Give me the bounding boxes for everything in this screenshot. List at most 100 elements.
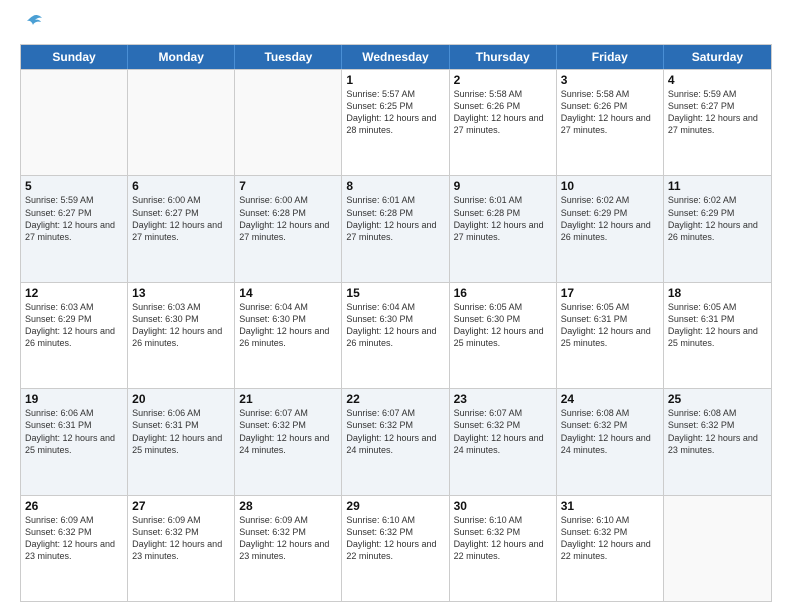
- day-info: Sunrise: 6:05 AMSunset: 6:31 PMDaylight:…: [668, 301, 767, 350]
- day-cell-24: 24Sunrise: 6:08 AMSunset: 6:32 PMDayligh…: [557, 389, 664, 494]
- logo-bird-icon: [22, 12, 44, 34]
- header-day-monday: Monday: [128, 45, 235, 69]
- day-number: 5: [25, 179, 123, 193]
- day-info: Sunrise: 6:09 AMSunset: 6:32 PMDaylight:…: [239, 514, 337, 563]
- day-number: 30: [454, 499, 552, 513]
- day-info: Sunrise: 6:08 AMSunset: 6:32 PMDaylight:…: [668, 407, 767, 456]
- day-number: 2: [454, 73, 552, 87]
- empty-cell: [235, 70, 342, 175]
- day-number: 6: [132, 179, 230, 193]
- header: [20, 16, 772, 34]
- day-cell-3: 3Sunrise: 5:58 AMSunset: 6:26 PMDaylight…: [557, 70, 664, 175]
- day-number: 7: [239, 179, 337, 193]
- day-number: 24: [561, 392, 659, 406]
- day-number: 23: [454, 392, 552, 406]
- day-cell-22: 22Sunrise: 6:07 AMSunset: 6:32 PMDayligh…: [342, 389, 449, 494]
- day-info: Sunrise: 6:05 AMSunset: 6:31 PMDaylight:…: [561, 301, 659, 350]
- header-day-tuesday: Tuesday: [235, 45, 342, 69]
- day-info: Sunrise: 5:59 AMSunset: 6:27 PMDaylight:…: [25, 194, 123, 243]
- day-info: Sunrise: 6:02 AMSunset: 6:29 PMDaylight:…: [668, 194, 767, 243]
- day-cell-12: 12Sunrise: 6:03 AMSunset: 6:29 PMDayligh…: [21, 283, 128, 388]
- day-number: 3: [561, 73, 659, 87]
- day-number: 15: [346, 286, 444, 300]
- day-number: 31: [561, 499, 659, 513]
- day-number: 1: [346, 73, 444, 87]
- day-number: 25: [668, 392, 767, 406]
- day-cell-29: 29Sunrise: 6:10 AMSunset: 6:32 PMDayligh…: [342, 496, 449, 601]
- calendar-header: SundayMondayTuesdayWednesdayThursdayFrid…: [21, 45, 771, 69]
- day-cell-7: 7Sunrise: 6:00 AMSunset: 6:28 PMDaylight…: [235, 176, 342, 281]
- day-info: Sunrise: 6:01 AMSunset: 6:28 PMDaylight:…: [346, 194, 444, 243]
- day-info: Sunrise: 6:05 AMSunset: 6:30 PMDaylight:…: [454, 301, 552, 350]
- header-day-thursday: Thursday: [450, 45, 557, 69]
- day-info: Sunrise: 5:57 AMSunset: 6:25 PMDaylight:…: [346, 88, 444, 137]
- header-day-saturday: Saturday: [664, 45, 771, 69]
- day-info: Sunrise: 6:10 AMSunset: 6:32 PMDaylight:…: [561, 514, 659, 563]
- day-info: Sunrise: 6:08 AMSunset: 6:32 PMDaylight:…: [561, 407, 659, 456]
- day-number: 9: [454, 179, 552, 193]
- day-cell-23: 23Sunrise: 6:07 AMSunset: 6:32 PMDayligh…: [450, 389, 557, 494]
- day-info: Sunrise: 6:02 AMSunset: 6:29 PMDaylight:…: [561, 194, 659, 243]
- day-number: 27: [132, 499, 230, 513]
- header-day-sunday: Sunday: [21, 45, 128, 69]
- day-number: 18: [668, 286, 767, 300]
- day-number: 12: [25, 286, 123, 300]
- day-info: Sunrise: 5:59 AMSunset: 6:27 PMDaylight:…: [668, 88, 767, 137]
- day-info: Sunrise: 6:00 AMSunset: 6:27 PMDaylight:…: [132, 194, 230, 243]
- day-number: 22: [346, 392, 444, 406]
- day-info: Sunrise: 6:09 AMSunset: 6:32 PMDaylight:…: [25, 514, 123, 563]
- day-cell-26: 26Sunrise: 6:09 AMSunset: 6:32 PMDayligh…: [21, 496, 128, 601]
- day-cell-28: 28Sunrise: 6:09 AMSunset: 6:32 PMDayligh…: [235, 496, 342, 601]
- day-number: 20: [132, 392, 230, 406]
- day-cell-19: 19Sunrise: 6:06 AMSunset: 6:31 PMDayligh…: [21, 389, 128, 494]
- day-info: Sunrise: 6:07 AMSunset: 6:32 PMDaylight:…: [346, 407, 444, 456]
- day-info: Sunrise: 6:07 AMSunset: 6:32 PMDaylight:…: [239, 407, 337, 456]
- day-number: 17: [561, 286, 659, 300]
- logo: [20, 16, 44, 34]
- day-number: 8: [346, 179, 444, 193]
- calendar-body: 1Sunrise: 5:57 AMSunset: 6:25 PMDaylight…: [21, 69, 771, 601]
- day-info: Sunrise: 5:58 AMSunset: 6:26 PMDaylight:…: [561, 88, 659, 137]
- day-info: Sunrise: 6:10 AMSunset: 6:32 PMDaylight:…: [346, 514, 444, 563]
- day-cell-13: 13Sunrise: 6:03 AMSunset: 6:30 PMDayligh…: [128, 283, 235, 388]
- week-row-4: 19Sunrise: 6:06 AMSunset: 6:31 PMDayligh…: [21, 388, 771, 494]
- day-cell-1: 1Sunrise: 5:57 AMSunset: 6:25 PMDaylight…: [342, 70, 449, 175]
- day-info: Sunrise: 6:06 AMSunset: 6:31 PMDaylight:…: [25, 407, 123, 456]
- day-cell-14: 14Sunrise: 6:04 AMSunset: 6:30 PMDayligh…: [235, 283, 342, 388]
- empty-cell: [21, 70, 128, 175]
- day-info: Sunrise: 6:03 AMSunset: 6:30 PMDaylight:…: [132, 301, 230, 350]
- week-row-5: 26Sunrise: 6:09 AMSunset: 6:32 PMDayligh…: [21, 495, 771, 601]
- day-number: 28: [239, 499, 337, 513]
- day-info: Sunrise: 6:00 AMSunset: 6:28 PMDaylight:…: [239, 194, 337, 243]
- day-number: 11: [668, 179, 767, 193]
- day-number: 16: [454, 286, 552, 300]
- calendar: SundayMondayTuesdayWednesdayThursdayFrid…: [20, 44, 772, 602]
- day-cell-10: 10Sunrise: 6:02 AMSunset: 6:29 PMDayligh…: [557, 176, 664, 281]
- day-cell-6: 6Sunrise: 6:00 AMSunset: 6:27 PMDaylight…: [128, 176, 235, 281]
- day-cell-31: 31Sunrise: 6:10 AMSunset: 6:32 PMDayligh…: [557, 496, 664, 601]
- day-cell-4: 4Sunrise: 5:59 AMSunset: 6:27 PMDaylight…: [664, 70, 771, 175]
- day-info: Sunrise: 6:07 AMSunset: 6:32 PMDaylight:…: [454, 407, 552, 456]
- day-cell-9: 9Sunrise: 6:01 AMSunset: 6:28 PMDaylight…: [450, 176, 557, 281]
- week-row-1: 1Sunrise: 5:57 AMSunset: 6:25 PMDaylight…: [21, 69, 771, 175]
- page: SundayMondayTuesdayWednesdayThursdayFrid…: [0, 0, 792, 612]
- day-number: 13: [132, 286, 230, 300]
- day-cell-16: 16Sunrise: 6:05 AMSunset: 6:30 PMDayligh…: [450, 283, 557, 388]
- day-cell-30: 30Sunrise: 6:10 AMSunset: 6:32 PMDayligh…: [450, 496, 557, 601]
- day-info: Sunrise: 6:10 AMSunset: 6:32 PMDaylight:…: [454, 514, 552, 563]
- day-info: Sunrise: 6:06 AMSunset: 6:31 PMDaylight:…: [132, 407, 230, 456]
- day-info: Sunrise: 6:01 AMSunset: 6:28 PMDaylight:…: [454, 194, 552, 243]
- header-day-friday: Friday: [557, 45, 664, 69]
- week-row-2: 5Sunrise: 5:59 AMSunset: 6:27 PMDaylight…: [21, 175, 771, 281]
- day-info: Sunrise: 5:58 AMSunset: 6:26 PMDaylight:…: [454, 88, 552, 137]
- day-number: 21: [239, 392, 337, 406]
- day-cell-21: 21Sunrise: 6:07 AMSunset: 6:32 PMDayligh…: [235, 389, 342, 494]
- day-cell-27: 27Sunrise: 6:09 AMSunset: 6:32 PMDayligh…: [128, 496, 235, 601]
- week-row-3: 12Sunrise: 6:03 AMSunset: 6:29 PMDayligh…: [21, 282, 771, 388]
- day-number: 4: [668, 73, 767, 87]
- day-cell-25: 25Sunrise: 6:08 AMSunset: 6:32 PMDayligh…: [664, 389, 771, 494]
- day-cell-18: 18Sunrise: 6:05 AMSunset: 6:31 PMDayligh…: [664, 283, 771, 388]
- day-cell-15: 15Sunrise: 6:04 AMSunset: 6:30 PMDayligh…: [342, 283, 449, 388]
- day-info: Sunrise: 6:04 AMSunset: 6:30 PMDaylight:…: [239, 301, 337, 350]
- day-cell-5: 5Sunrise: 5:59 AMSunset: 6:27 PMDaylight…: [21, 176, 128, 281]
